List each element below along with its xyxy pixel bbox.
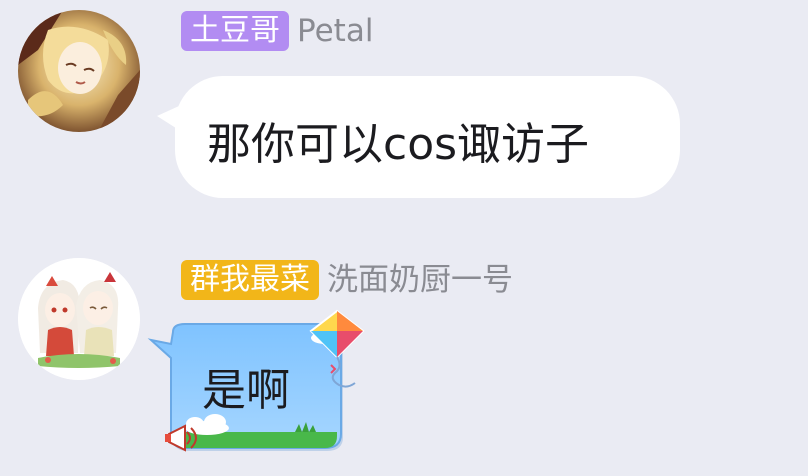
message-text: 是啊 xyxy=(202,365,290,416)
chat-message: 群我最菜 洗面奶厨一号 是啊 xyxy=(0,250,808,476)
avatar-anime-girls[interactable] xyxy=(18,258,140,380)
sender-header: 土豆哥 Petal xyxy=(181,11,373,51)
message-bubble[interactable]: 那你可以cos诹访子 xyxy=(157,76,680,198)
avatar-petal-icon xyxy=(18,10,140,132)
message-text: 那你可以cos诹访子 xyxy=(207,119,590,170)
sender-header: 群我最菜 洗面奶厨一号 xyxy=(181,260,513,300)
chat-message: 土豆哥 Petal 那你可以cos诹访子 xyxy=(0,0,808,210)
sender-badge[interactable]: 群我最菜 xyxy=(181,260,319,300)
bubble-tail xyxy=(157,106,179,130)
chat-area: 土豆哥 Petal 那你可以cos诹访子 群我最菜 洗面奶厨一号 是啊 xyxy=(0,0,808,476)
kite-icon xyxy=(309,309,365,388)
message-bubble[interactable]: 是啊 xyxy=(145,309,487,460)
sender-badge[interactable]: 土豆哥 xyxy=(181,11,289,51)
megaphone-icon xyxy=(165,424,197,452)
avatar-anime-girls-icon xyxy=(18,258,140,380)
avatar-petal[interactable] xyxy=(18,10,140,132)
sender-name[interactable]: Petal xyxy=(297,11,373,51)
sender-name[interactable]: 洗面奶厨一号 xyxy=(327,260,513,300)
